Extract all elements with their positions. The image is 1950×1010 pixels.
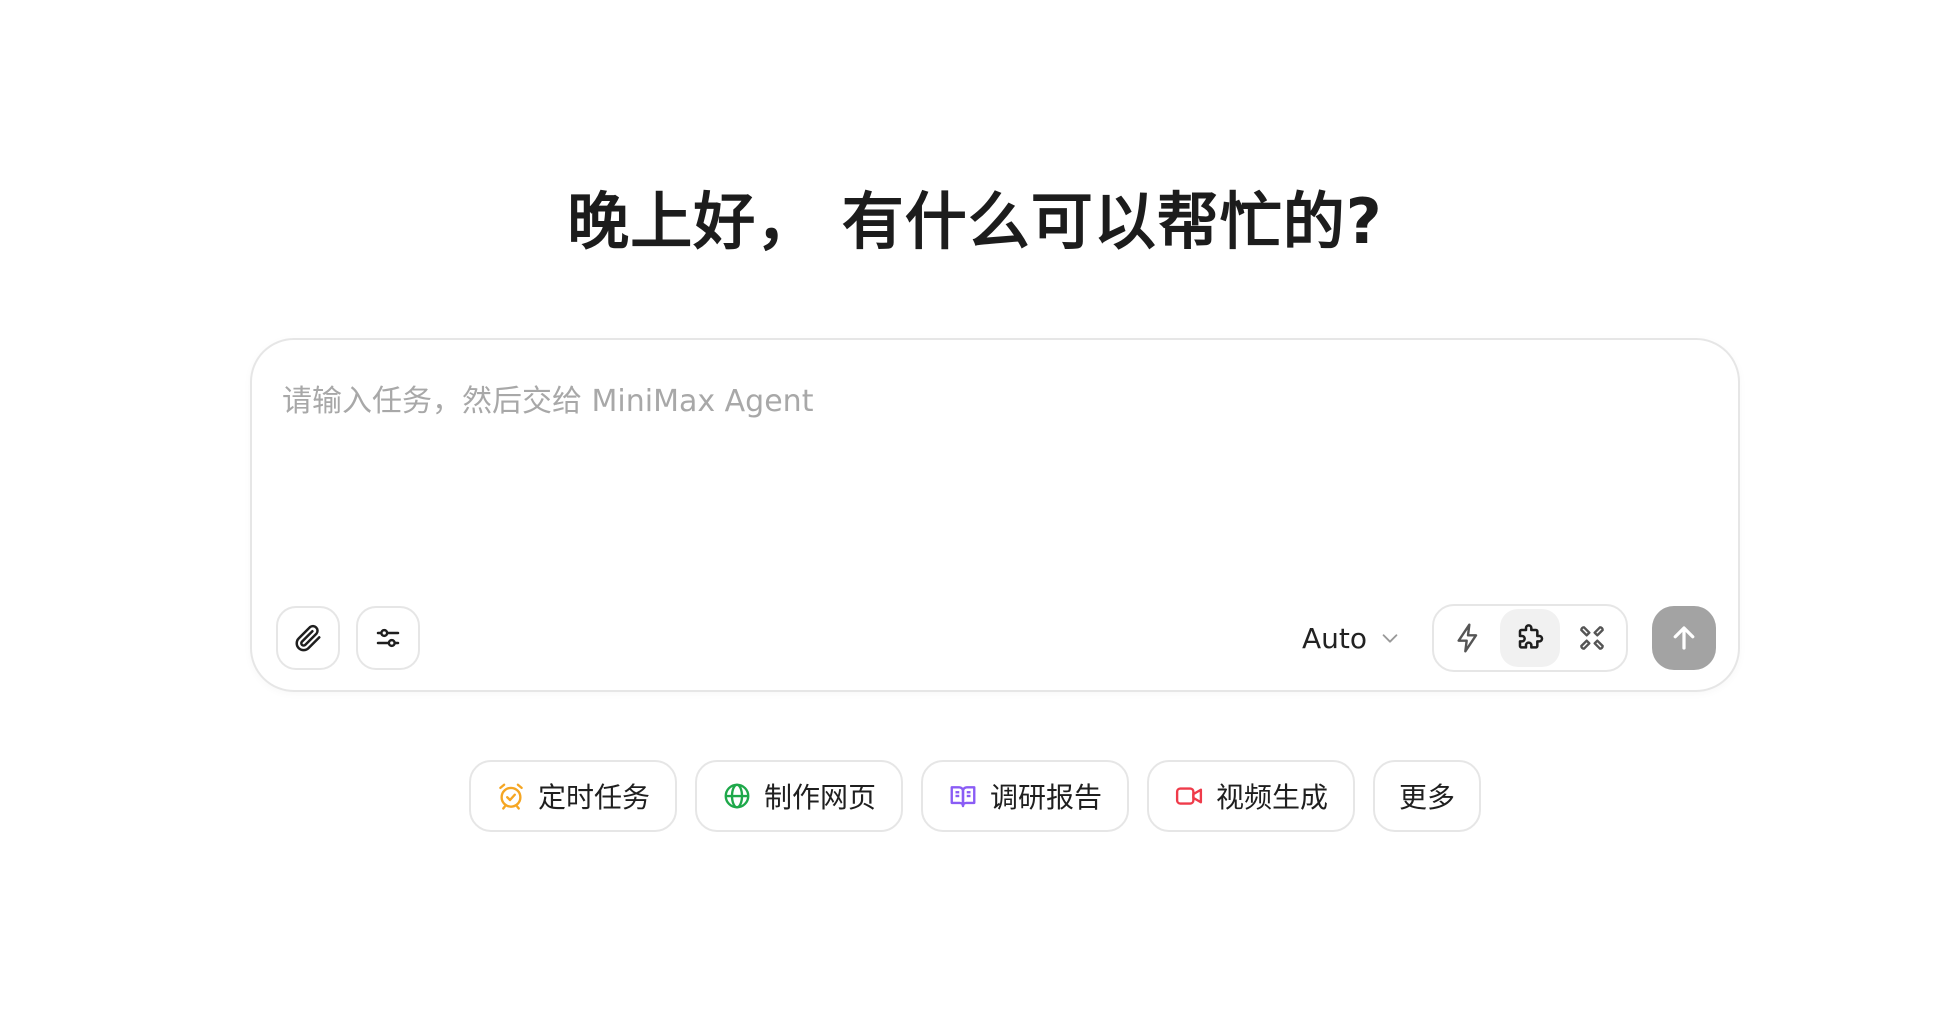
settings-button[interactable]	[356, 606, 420, 670]
chip-research-report[interactable]: 调研报告	[921, 760, 1129, 832]
chip-video-generation[interactable]: 视频生成	[1147, 760, 1355, 832]
chip-label: 视频生成	[1215, 781, 1328, 814]
attach-button[interactable]	[276, 606, 340, 670]
model-select[interactable]: Auto	[1302, 606, 1412, 670]
chip-more[interactable]: 更多	[1373, 760, 1481, 832]
mode-selector	[1432, 604, 1628, 672]
cross-arrows-icon	[1580, 626, 1604, 650]
task-input[interactable]	[282, 382, 1702, 512]
chip-label: 更多	[1398, 781, 1455, 814]
chip-scheduled-task[interactable]: 定时任务	[469, 760, 677, 832]
globe-icon	[724, 783, 750, 809]
sliders-icon	[376, 628, 400, 648]
lightning-icon	[1457, 623, 1478, 653]
send-button[interactable]	[1652, 606, 1716, 670]
mode-button-lightning[interactable]	[1438, 609, 1498, 667]
chip-label: 制作网页	[763, 781, 876, 814]
mode-button-cross[interactable]	[1562, 609, 1622, 667]
arrow-up-icon	[1673, 626, 1695, 650]
greeting-title: 晚上好， 有什么可以帮忙的?	[567, 185, 1383, 258]
chip-make-webpage[interactable]: 制作网页	[695, 760, 903, 832]
paperclip-icon	[295, 624, 321, 652]
chip-label: 定时任务	[537, 781, 650, 814]
model-select-label: Auto	[1302, 621, 1368, 655]
mode-button-puzzle[interactable]	[1500, 609, 1560, 667]
book-icon	[950, 786, 976, 808]
chevron-down-icon	[1382, 634, 1398, 643]
quick-actions: 定时任务 制作网页 调研报告 视频生成 更多	[0, 760, 1950, 832]
puzzle-icon	[1518, 624, 1544, 649]
home-page: 晚上好， 有什么可以帮忙的? Auto	[0, 0, 1950, 1010]
chip-label: 调研报告	[989, 781, 1102, 814]
task-composer: Auto	[250, 338, 1740, 692]
video-camera-icon	[1175, 787, 1203, 805]
alarm-clock-icon	[499, 783, 523, 810]
